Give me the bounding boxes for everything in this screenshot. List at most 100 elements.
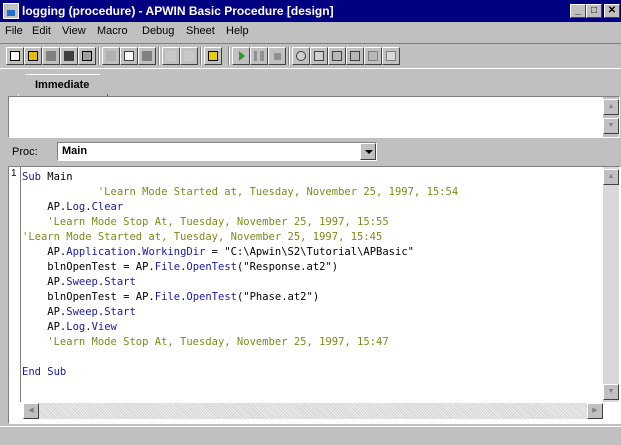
menu-view[interactable]: View <box>62 25 86 37</box>
quick-watch-icon[interactable] <box>310 47 328 65</box>
code-token: Sweep <box>66 276 98 288</box>
code-token: AP. <box>22 276 67 288</box>
scroll-left-icon[interactable]: ◀ <box>23 403 39 419</box>
code-token: AP. <box>22 246 67 258</box>
tab-strip: Immediate <box>8 74 620 96</box>
code-token: Main <box>47 171 73 183</box>
scroll-up-icon[interactable]: ▲ <box>603 169 619 185</box>
save-all-icon[interactable] <box>60 47 78 65</box>
code-token: Sweep <box>66 306 98 318</box>
code-token: ("Phase.at2") <box>236 291 320 303</box>
step-out-icon[interactable] <box>364 47 382 65</box>
code-token: Clear <box>91 201 124 213</box>
code-token: OpenTest <box>186 261 237 273</box>
code-token: AP. <box>22 201 67 213</box>
code-token: 'Learn Mode Stop At, Tuesday, November 2… <box>22 216 389 228</box>
title-bar[interactable]: logging (procedure) - APWIN Basic Proced… <box>0 0 621 22</box>
code-token: File <box>154 261 181 273</box>
redo-icon[interactable] <box>180 47 198 65</box>
tab-immediate-label: Immediate <box>35 79 90 91</box>
code-line[interactable]: End Sub <box>22 365 66 380</box>
code-token: Start <box>104 276 136 288</box>
code-line[interactable]: blnOpenTest = AP.File.OpenTest("Response… <box>22 260 338 275</box>
toggle-breakpoint-icon[interactable] <box>292 47 310 65</box>
code-token: View <box>91 321 117 333</box>
proc-row: Proc: Main <box>8 140 620 164</box>
code-line[interactable]: AP.Sweep.Start <box>22 305 136 320</box>
code-line[interactable]: AP.Log.View <box>22 320 117 335</box>
code-token: AP. <box>22 306 67 318</box>
line-gutter: 1 <box>9 167 21 402</box>
code-token: File <box>154 291 181 303</box>
code-token: OpenTest <box>186 291 237 303</box>
calls-icon[interactable] <box>382 47 400 65</box>
menu-file[interactable]: File <box>5 25 23 37</box>
paste-icon[interactable] <box>138 47 156 65</box>
code-token: Application <box>66 246 136 258</box>
code-token: WorkingDir <box>142 246 206 258</box>
save-icon[interactable] <box>42 47 60 65</box>
code-token: Start <box>104 306 136 318</box>
proc-select[interactable]: Main <box>57 142 377 161</box>
scroll-down-icon[interactable]: ▼ <box>603 118 619 134</box>
tab-immediate[interactable]: Immediate <box>18 74 108 96</box>
print-icon[interactable] <box>78 47 96 65</box>
code-line[interactable]: blnOpenTest = AP.File.OpenTest("Phase.at… <box>22 290 319 305</box>
editor-vertical-scrollbar[interactable]: ▲ ▼ <box>603 167 619 402</box>
chevron-down-icon[interactable] <box>360 143 376 160</box>
cut-icon[interactable] <box>102 47 120 65</box>
code-token: Log <box>66 321 86 333</box>
proc-label: Proc: <box>12 146 38 158</box>
run-icon[interactable] <box>232 47 250 65</box>
code-line[interactable]: Sub Main <box>22 170 73 185</box>
code-editor[interactable]: 1 Sub Main 'Learn Mode Started at, Tuesd… <box>8 166 621 424</box>
maximize-button[interactable]: □ <box>586 4 602 18</box>
app-icon[interactable] <box>3 3 19 19</box>
menu-sheet[interactable]: Sheet <box>186 25 215 37</box>
close-button[interactable]: ✕ <box>604 4 620 18</box>
minimize-button[interactable]: _ <box>570 4 586 18</box>
step-into-icon[interactable] <box>328 47 346 65</box>
code-line[interactable]: 'Learn Mode Started at, Tuesday, Novembe… <box>22 185 458 200</box>
open-icon[interactable] <box>24 47 42 65</box>
code-line[interactable]: 'Learn Mode Stop At, Tuesday, November 2… <box>22 335 389 350</box>
immediate-scrollbar[interactable]: ▲ ▼ <box>603 97 619 137</box>
window-title: logging (procedure) - APWIN Basic Proced… <box>22 4 334 18</box>
line-number: 1 <box>11 168 17 179</box>
menu-debug[interactable]: Debug <box>142 25 174 37</box>
stop-icon[interactable] <box>268 47 286 65</box>
code-line[interactable]: AP.Application.WorkingDir = "C:\Apwin\S2… <box>22 245 414 260</box>
code-token: blnOpenTest = AP. <box>22 261 155 273</box>
pause-icon[interactable] <box>250 47 268 65</box>
menu-macro[interactable]: Macro <box>97 25 128 37</box>
code-area[interactable]: Sub Main 'Learn Mode Started at, Tuesday… <box>22 167 602 402</box>
scroll-down-icon[interactable]: ▼ <box>603 384 619 400</box>
toolbar <box>0 43 621 69</box>
code-token: End Sub <box>22 366 67 378</box>
step-over-icon[interactable] <box>346 47 364 65</box>
menu-help[interactable]: Help <box>226 25 249 37</box>
code-token: blnOpenTest = AP. <box>22 291 155 303</box>
new-icon[interactable] <box>6 47 24 65</box>
scroll-right-icon[interactable]: ▶ <box>587 403 603 419</box>
copy-icon[interactable] <box>120 47 138 65</box>
code-line[interactable]: 'Learn Mode Stop At, Tuesday, November 2… <box>22 215 389 230</box>
editor-horizontal-scrollbar[interactable]: ◀ ▶ <box>23 403 603 419</box>
code-token: 'Learn Mode Stop At, Tuesday, November 2… <box>22 336 389 348</box>
code-line[interactable]: 'Learn Mode Started at, Tuesday, Novembe… <box>22 230 382 245</box>
code-token: Sub <box>22 171 48 183</box>
code-line[interactable]: AP.Log.Clear <box>22 200 123 215</box>
menu-edit[interactable]: Edit <box>32 25 51 37</box>
scroll-up-icon[interactable]: ▲ <box>603 99 619 115</box>
code-token: ("Response.at2") <box>236 261 339 273</box>
immediate-pane[interactable]: ▲ ▼ <box>8 96 620 138</box>
code-token: = "C:\Apwin\S2\Tutorial\APBasic" <box>205 246 414 258</box>
undo-icon[interactable] <box>162 47 180 65</box>
proc-select-value: Main <box>62 145 88 157</box>
code-token: 'Learn Mode Started at, Tuesday, Novembe… <box>22 231 383 243</box>
status-bar <box>0 426 621 445</box>
menu-bar: File Edit View Macro Debug Sheet Help <box>0 22 621 42</box>
code-line[interactable]: AP.Sweep.Start <box>22 275 136 290</box>
code-token: AP. <box>22 321 67 333</box>
dialog-editor-icon[interactable] <box>204 47 222 65</box>
